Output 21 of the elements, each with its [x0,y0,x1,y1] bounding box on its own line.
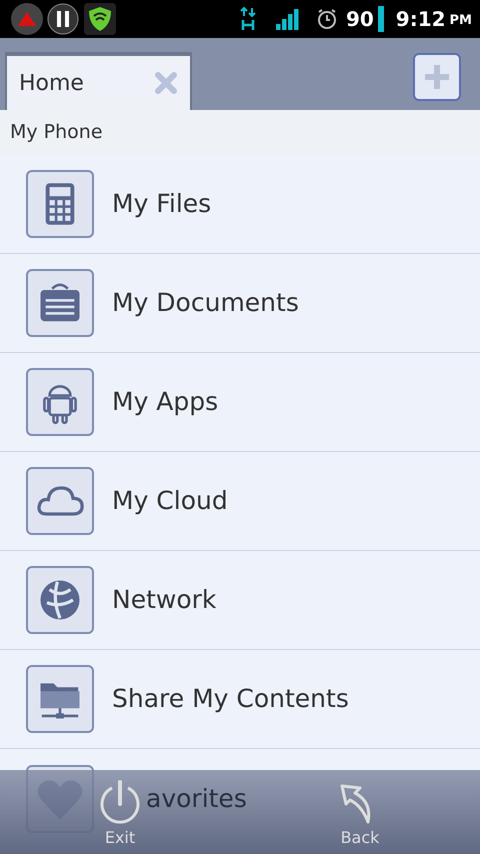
item-label: My Files [112,188,212,220]
pause-icon [46,2,80,36]
tab[interactable]: Home [5,52,192,110]
app-icon [8,2,46,36]
battery-level: 90 [346,6,374,33]
item-label: Share My Contents [112,683,349,716]
alarm-icon [316,8,338,30]
item-label: My Apps [112,386,218,418]
item-label: avorites [146,782,247,815]
item-label: My Cloud [112,485,228,518]
shield-icon [84,3,116,35]
signal-icon [276,8,300,30]
location-header: My Phone [0,110,480,155]
item-label: My Documents [112,287,299,320]
clock: 9:12 [396,6,446,33]
clock-period: PM [450,12,472,30]
add-tab-button[interactable] [413,53,461,101]
data-arrows-icon [240,6,256,32]
battery-icon [378,6,384,32]
plus-icon [422,62,452,92]
item-label: Network [112,584,216,616]
